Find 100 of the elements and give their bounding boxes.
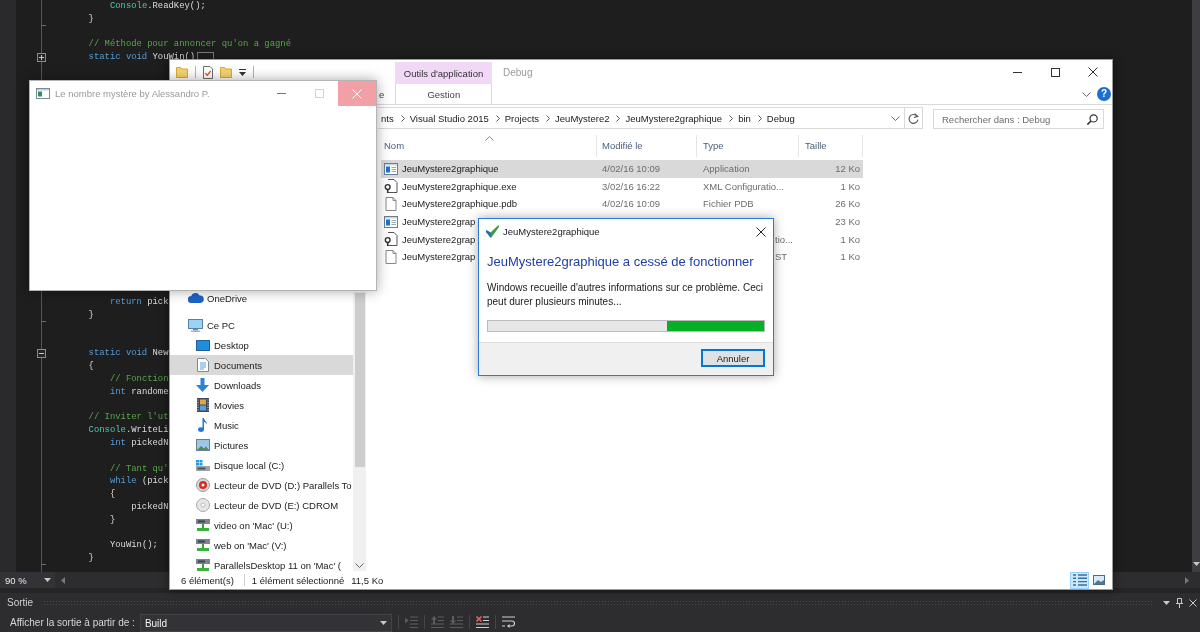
search-icon[interactable]: [1087, 113, 1098, 125]
nav-item[interactable]: Music: [170, 415, 353, 435]
scroll-left-icon[interactable]: [61, 576, 65, 584]
expand-icon[interactable]: [37, 53, 46, 63]
code-line: Console.ReadKey();: [109, 0, 206, 13]
drive-icon: [195, 459, 210, 471]
nav-item[interactable]: Documents: [170, 355, 353, 375]
chevron-down-icon[interactable]: [1082, 91, 1091, 97]
nav-item[interactable]: Disque local (C:): [170, 455, 353, 475]
picture-icon: [195, 439, 210, 451]
selection-size: 11,5 Ko: [351, 574, 384, 586]
file-row[interactable]: JeuMystere2graphique 4/02/16 10:09 Application 12 Ko: [381, 160, 863, 178]
nav-item[interactable]: Pictures: [170, 435, 353, 455]
scrollbar-thumb[interactable]: [354, 293, 365, 467]
scrollbar[interactable]: [353, 292, 366, 571]
nav-item[interactable]: Lecteur de DVD (D:) Parallels To: [170, 475, 353, 495]
nav-item[interactable]: Ce PC: [170, 315, 353, 335]
music-note-icon: [198, 418, 207, 432]
file-name[interactable]: JeuMystere2graphique.exe: [402, 180, 517, 192]
disc-icon: [195, 498, 210, 512]
document-check-icon[interactable]: [203, 65, 213, 79]
nav-item[interactable]: OneDrive: [170, 288, 353, 308]
column-header[interactable]: Type: [697, 135, 799, 157]
code-line: // Tant qu': [109, 462, 169, 476]
nav-item[interactable]: Downloads: [170, 375, 353, 395]
code-line: int pickedN: [109, 437, 169, 450]
details-view-button[interactable]: [1070, 571, 1089, 589]
breadcrumb-item[interactable]: Debug: [765, 112, 799, 124]
code-line: }: [88, 12, 94, 26]
breadcrumb-item[interactable]: JeuMystere2: [554, 112, 614, 124]
refresh-button[interactable]: [905, 107, 923, 129]
file-name[interactable]: JeuMystere2grap: [402, 216, 476, 228]
panel-title: Sortie: [7, 597, 34, 608]
code-line: // Fonction: [109, 373, 169, 386]
chevron-right-icon[interactable]: [400, 114, 405, 122]
code-line: int randome: [109, 385, 169, 399]
breadcrumb-item[interactable]: Projects: [503, 112, 544, 124]
document-wrench-icon: [384, 232, 398, 247]
column-header[interactable]: Nom: [381, 135, 597, 157]
nav-item[interactable]: ParallelsDesktop 11 on 'Mac' (: [170, 555, 353, 571]
maximize-icon: [314, 89, 324, 98]
scroll-down-icon[interactable]: [1192, 562, 1200, 566]
nav-item[interactable]: web on 'Mac' (V:): [170, 535, 353, 555]
wrap-lines-icon[interactable]: [501, 616, 515, 628]
file-name[interactable]: JeuMystere2graphique.pdb: [402, 198, 518, 210]
nav-item[interactable]: Lecteur de DVD (E:) CDROM: [170, 495, 353, 515]
document-wrench-icon: [384, 179, 398, 194]
code-line: }: [109, 513, 116, 527]
error-message: Windows recueille d'autres informations sur ce problème. Ceci peut durer plusieurs minutes...: [487, 281, 764, 308]
caret-icon[interactable]: [1163, 600, 1170, 605]
code-line: static void New: [88, 347, 169, 361]
column-header[interactable]: Modifié le: [597, 135, 697, 157]
document-icon: [384, 197, 398, 211]
file-name[interactable]: JeuMystere2grap: [402, 233, 476, 245]
breadcrumb-item[interactable]: Visual Studio 2015: [408, 112, 493, 124]
file-size: 1 Ko: [840, 233, 860, 245]
dialog-title: JeuMystere2graphique: [503, 226, 600, 237]
caret-icon[interactable]: [239, 68, 246, 76]
folder-icon[interactable]: [220, 66, 232, 78]
breadcrumb-item[interactable]: nts: [380, 112, 398, 124]
output-source-label: Afficher la sortie à partir de :: [10, 616, 135, 628]
file-type: ST: [775, 251, 788, 263]
file-name[interactable]: JeuMystere2grap: [402, 251, 476, 263]
address-bar[interactable]: nts Visual Studio 2015 Projects JeuMystere2 JeuMystere2graphique bin Debug: [378, 107, 905, 129]
vertical-scrollbar[interactable]: [1192, 0, 1200, 572]
chevron-right-icon[interactable]: [757, 114, 762, 122]
chevron-right-icon[interactable]: [616, 114, 621, 122]
help-button[interactable]: ?: [1097, 87, 1111, 101]
code-line: pickedN: [131, 501, 169, 514]
chevron-down-icon[interactable]: [891, 115, 900, 121]
nav-item[interactable]: Desktop: [170, 335, 353, 355]
selection-info: 1 élément sélectionné: [251, 574, 345, 586]
pin-icon[interactable]: [1176, 597, 1183, 608]
output-source-dropdown[interactable]: Build: [139, 614, 392, 632]
context-tab-group-label: Outils d'application: [395, 62, 492, 84]
nav-item[interactable]: Movies: [170, 395, 353, 415]
chevron-right-icon[interactable]: [495, 114, 500, 122]
document-icon: [384, 249, 398, 264]
ribbon-tab[interactable]: e: [379, 84, 396, 104]
chevron-right-icon[interactable]: [729, 114, 734, 122]
scroll-right-icon[interactable]: [1185, 576, 1189, 584]
nav-item[interactable]: video on 'Mac' (U:): [170, 515, 353, 535]
chevron-down-icon[interactable]: [355, 563, 364, 568]
chevron-right-icon[interactable]: [546, 114, 551, 122]
document-icon: [196, 358, 209, 372]
file-name[interactable]: JeuMystere2graphique: [402, 163, 499, 175]
dialog-button[interactable]: Annuler: [701, 349, 765, 367]
refresh-icon: [908, 112, 919, 124]
zoom-dropdown[interactable]: 90 %: [0, 572, 55, 588]
window-title: Debug: [503, 66, 533, 78]
application-icon: [384, 162, 398, 175]
collapse-icon[interactable]: [37, 349, 46, 359]
ribbon-tab[interactable]: Gestion: [395, 84, 493, 104]
breadcrumb-item[interactable]: JeuMystere2graphique: [624, 112, 727, 124]
folder-icon[interactable]: [176, 66, 188, 78]
close-icon[interactable]: [1189, 598, 1197, 607]
breadcrumb-item[interactable]: bin: [737, 112, 755, 124]
column-header[interactable]: Taille: [799, 135, 863, 157]
search-field[interactable]: Rechercher dans : Debug: [933, 109, 1104, 129]
clear-lines-icon[interactable]: [475, 616, 489, 628]
